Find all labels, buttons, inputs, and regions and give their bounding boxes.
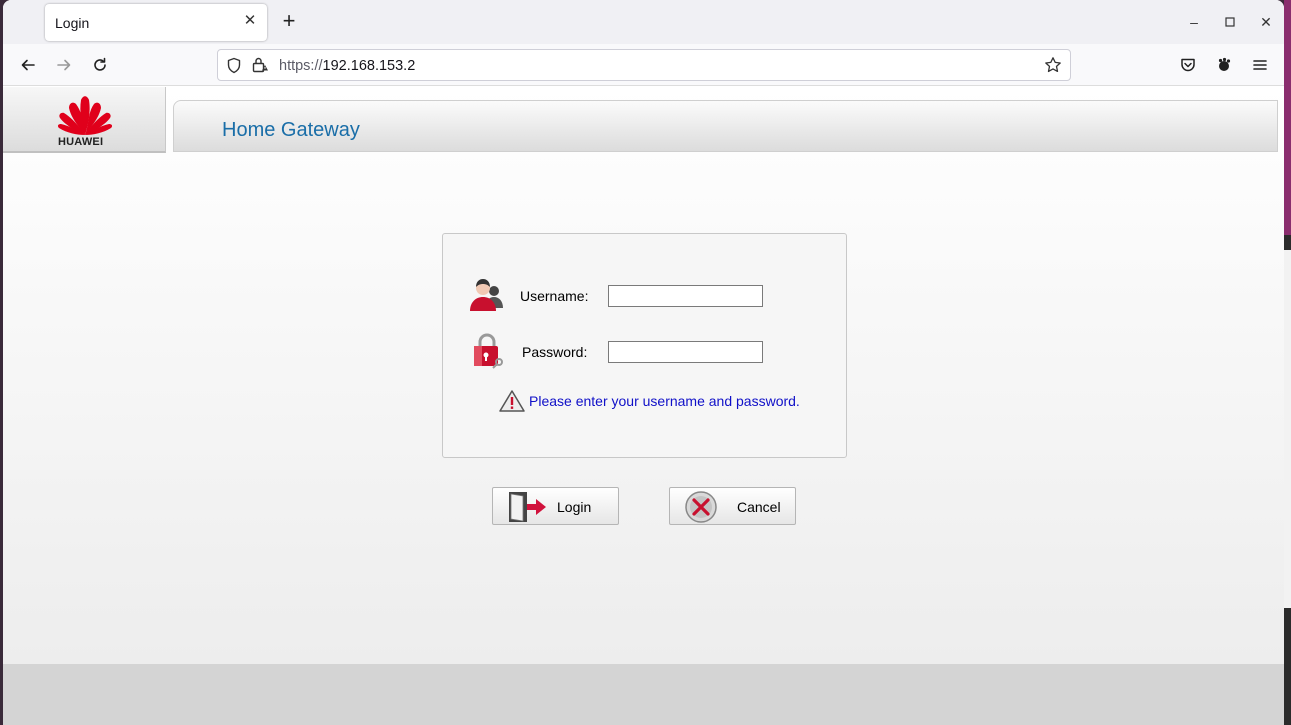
huawei-logo-icon bbox=[55, 91, 115, 140]
login-hint: Please enter your username and password. bbox=[529, 393, 800, 409]
url-text: https://192.168.153.2 bbox=[279, 58, 416, 74]
desktop-wallpaper bbox=[1284, 0, 1291, 235]
cancel-button-label: Cancel bbox=[737, 499, 781, 515]
password-lock-icon bbox=[471, 332, 505, 375]
lock-warning-icon[interactable] bbox=[251, 56, 269, 79]
minimize-icon[interactable]: – bbox=[1184, 12, 1204, 32]
desktop-background bbox=[1284, 0, 1291, 725]
maximize-icon[interactable] bbox=[1220, 12, 1240, 32]
new-tab-icon[interactable]: + bbox=[277, 10, 301, 34]
tab-strip: Login ✕ + – ✕ bbox=[3, 0, 1284, 44]
browser-window: Login ✕ + – ✕ https://192.168.153.2 HUAW… bbox=[3, 0, 1284, 725]
tab-close-icon[interactable]: ✕ bbox=[241, 12, 259, 30]
password-input[interactable] bbox=[608, 341, 763, 363]
shield-icon[interactable] bbox=[226, 57, 242, 79]
navigation-bar: https://192.168.153.2 bbox=[3, 44, 1284, 86]
background-window bbox=[1284, 250, 1291, 608]
page-footer bbox=[3, 664, 1284, 725]
back-icon[interactable] bbox=[15, 52, 41, 78]
brand-name: HUAWEI bbox=[58, 136, 104, 148]
url-bar[interactable]: https://192.168.153.2 bbox=[217, 49, 1071, 81]
password-label: Password: bbox=[522, 344, 588, 360]
username-input[interactable] bbox=[608, 285, 763, 307]
warning-icon bbox=[499, 390, 525, 417]
login-button[interactable]: Login bbox=[492, 487, 619, 525]
bookmark-star-icon[interactable] bbox=[1044, 56, 1062, 79]
menu-icon[interactable] bbox=[1247, 52, 1273, 78]
logo-area: HUAWEI bbox=[3, 87, 166, 153]
header-bar: Home Gateway bbox=[173, 100, 1278, 152]
page-title: Home Gateway bbox=[222, 119, 360, 141]
login-button-label: Login bbox=[557, 499, 592, 515]
reload-icon[interactable] bbox=[87, 52, 113, 78]
cancel-x-icon bbox=[684, 490, 718, 529]
tab-title: Login bbox=[55, 15, 90, 31]
pocket-icon[interactable] bbox=[1175, 52, 1201, 78]
door-enter-icon bbox=[507, 491, 547, 528]
cancel-button[interactable]: Cancel bbox=[669, 487, 796, 525]
forward-icon[interactable] bbox=[51, 52, 77, 78]
page-content: HUAWEI Home Gateway Username: Password: … bbox=[3, 87, 1284, 725]
close-window-icon[interactable]: ✕ bbox=[1256, 12, 1276, 32]
tab-login[interactable]: Login ✕ bbox=[45, 4, 267, 41]
user-icon bbox=[468, 278, 506, 317]
username-label: Username: bbox=[520, 288, 589, 304]
extension-icon[interactable] bbox=[1211, 52, 1237, 78]
login-form: Username: Password: Please enter your us… bbox=[442, 233, 847, 458]
